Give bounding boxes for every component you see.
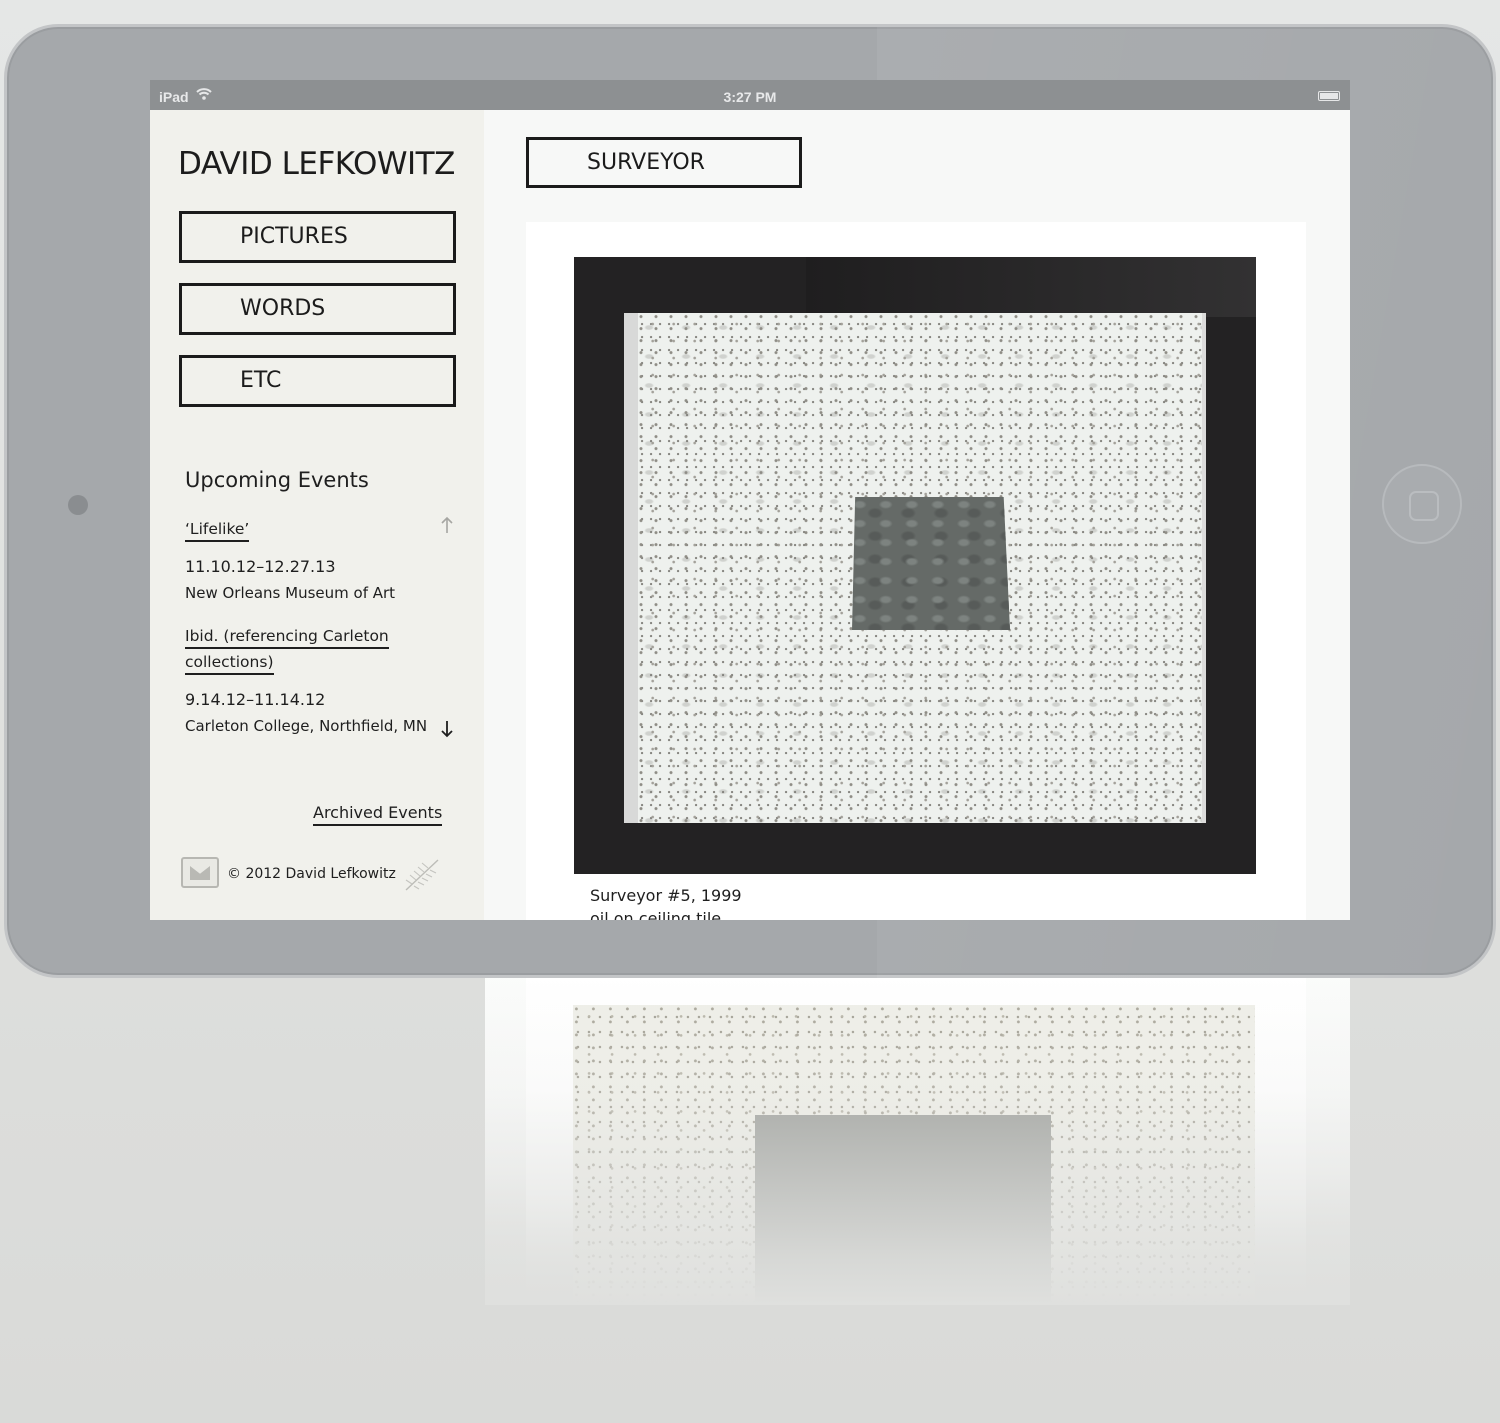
status-bar: iPad 3:27 PM xyxy=(150,80,1350,110)
nav-etc-button[interactable]: ETC xyxy=(179,355,456,407)
sidebar: DAVID LEFKOWITZ PICTURES WORDS ETC Upcom… xyxy=(150,110,484,920)
screen-reflection xyxy=(485,975,1350,1305)
event-2-title-link-line2[interactable]: collections) xyxy=(185,653,274,675)
event-1-dates: 11.10.12–12.27.13 xyxy=(185,557,336,576)
artwork-painted-square xyxy=(852,497,1010,630)
artwork-ceiling-tile xyxy=(624,313,1206,823)
upcoming-events-heading: Upcoming Events xyxy=(185,468,369,492)
nav-words-button[interactable]: WORDS xyxy=(179,283,456,335)
copyright-text: © 2012 David Lefkowitz xyxy=(227,866,396,882)
arrow-down-icon[interactable] xyxy=(440,720,454,738)
arrow-up-icon[interactable] xyxy=(440,516,454,534)
event-2-dates: 9.14.12–11.14.12 xyxy=(185,690,326,709)
artwork-caption: Surveyor #5, 1999 oil on ceiling tile xyxy=(590,884,742,920)
wheat-leaf-icon xyxy=(405,859,439,891)
camera xyxy=(68,495,88,515)
artwork-image[interactable] xyxy=(574,257,1256,874)
stage: iPad 3:27 PM DAVID LEFKOWITZ PICTURES WO… xyxy=(0,0,1500,1423)
mail-icon[interactable] xyxy=(181,857,219,888)
ipad-screen: iPad 3:27 PM DAVID LEFKOWITZ PICTURES WO… xyxy=(150,80,1350,920)
event-2-title-link-line1[interactable]: Ibid. (referencing Carleton xyxy=(185,627,389,649)
status-time: 3:27 PM xyxy=(723,89,777,105)
caption-medium: oil on ceiling tile xyxy=(590,909,722,920)
event-2-venue: Carleton College, Northfield, MN xyxy=(185,717,428,735)
battery-icon xyxy=(1318,91,1340,101)
reflection-fade xyxy=(485,975,1350,1305)
nav-pictures-button[interactable]: PICTURES xyxy=(179,211,456,263)
home-button-icon xyxy=(1409,491,1439,521)
archived-events-link[interactable]: Archived Events xyxy=(313,803,443,826)
section-surveyor-button[interactable]: SURVEYOR xyxy=(526,137,802,188)
site-title[interactable]: DAVID LEFKOWITZ xyxy=(178,146,455,182)
main-content: SURVEYOR Surveyor #5, 1999 oil on ceilin… xyxy=(484,110,1350,920)
event-1-title-link[interactable]: ‘Lifelike’ xyxy=(185,520,250,542)
caption-title: Surveyor #5, 1999 xyxy=(590,886,742,905)
home-button[interactable] xyxy=(1382,464,1462,544)
event-1-venue: New Orleans Museum of Art xyxy=(185,584,396,602)
artwork-card: Surveyor #5, 1999 oil on ceiling tile xyxy=(526,222,1306,920)
